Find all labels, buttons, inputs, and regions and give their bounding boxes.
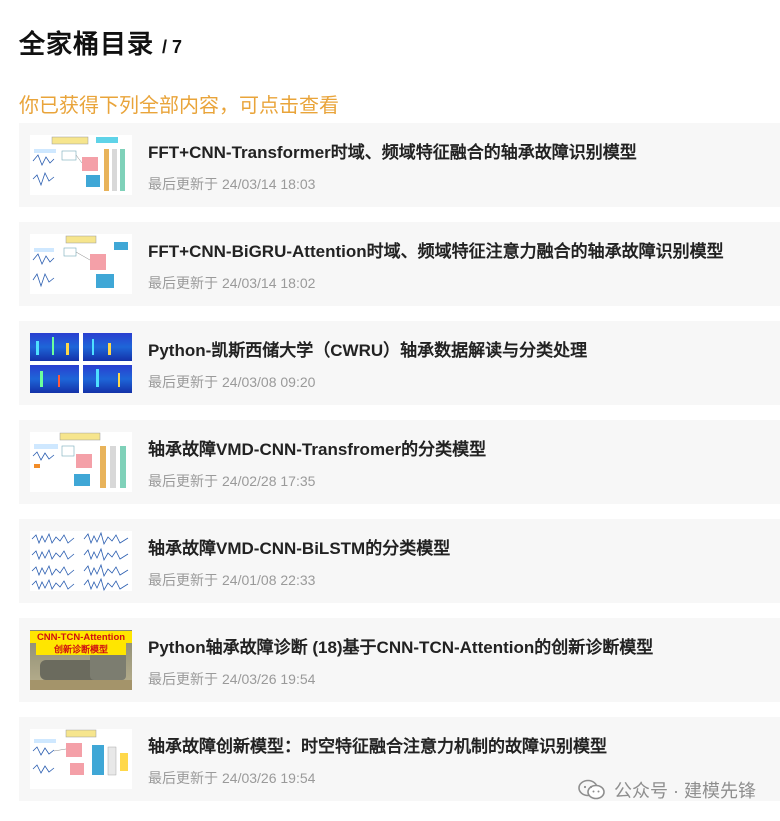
item-title[interactable]: FFT+CNN-Transformer时域、频域特征融合的轴承故障识别模型 <box>148 138 637 163</box>
item-title[interactable]: 轴承故障VMD-CNN-BiLSTM的分类模型 <box>148 534 450 559</box>
item-update-time: 最后更新于 24/03/14 18:03 <box>148 174 315 194</box>
item-title[interactable]: 轴承故障创新模型：时空特征融合注意力机制的故障识别模型 <box>148 732 607 757</box>
date-value: 24/03/14 18:03 <box>222 176 316 192</box>
access-notice: 你已获得下列全部内容，可点击查看 <box>19 95 339 117</box>
wechat-icon <box>578 779 605 800</box>
item-update-time: 最后更新于 24/03/26 19:54 <box>148 768 315 788</box>
item-title[interactable]: Python-凯斯西储大学（CWRU）轴承数据解读与分类处理 <box>148 336 587 361</box>
item-title[interactable]: 轴承故障VMD-CNN-Transfromer的分类模型 <box>148 435 486 460</box>
date-value: 24/02/28 17:35 <box>222 473 316 489</box>
item-update-time: 最后更新于 24/01/08 22:33 <box>148 570 315 590</box>
item-count: / 7 <box>162 37 183 57</box>
date-value: 24/03/14 18:02 <box>222 275 316 291</box>
watermark: 公众号 · 建模先锋 <box>578 777 756 803</box>
item-update-time: 最后更新于 24/03/26 19:54 <box>148 669 315 689</box>
catalog-item[interactable]: Python-凯斯西储大学（CWRU）轴承数据解读与分类处理 最后更新于 24/0… <box>19 321 780 405</box>
date-label: 最后更新于 <box>148 374 218 390</box>
item-thumbnail <box>30 729 132 789</box>
date-value: 24/03/26 19:54 <box>222 770 316 786</box>
catalog-item[interactable]: 轴承故障VMD-CNN-Transfromer的分类模型 最后更新于 24/02/… <box>19 420 780 504</box>
date-value: 24/03/08 09:20 <box>222 374 316 390</box>
date-label: 最后更新于 <box>148 176 218 192</box>
catalog-header: 全家桶目录 / 7 <box>19 24 182 61</box>
item-update-time: 最后更新于 24/03/14 18:02 <box>148 273 315 293</box>
item-thumbnail <box>30 234 132 294</box>
item-update-time: 最后更新于 24/03/08 09:20 <box>148 372 315 392</box>
watermark-text: 公众号 · 建模先锋 <box>614 781 756 801</box>
item-thumbnail <box>30 432 132 492</box>
item-thumbnail <box>30 333 132 393</box>
page-title: 全家桶目录 <box>19 29 155 59</box>
catalog-item[interactable]: CNN-TCN-Attention 创新诊断模型 Python轴承故障诊断 (1… <box>19 618 780 702</box>
item-update-time: 最后更新于 24/02/28 17:35 <box>148 471 315 491</box>
thumb-caption: CNN-TCN-Attention <box>37 632 125 643</box>
item-thumbnail <box>30 135 132 195</box>
catalog-list: FFT+CNN-Transformer时域、频域特征融合的轴承故障识别模型 最后… <box>19 123 780 816</box>
date-label: 最后更新于 <box>148 770 218 786</box>
item-thumbnail: CNN-TCN-Attention 创新诊断模型 <box>30 630 132 690</box>
date-label: 最后更新于 <box>148 275 218 291</box>
date-label: 最后更新于 <box>148 473 218 489</box>
thumb-caption: 创新诊断模型 <box>53 644 108 656</box>
catalog-item[interactable]: FFT+CNN-Transformer时域、频域特征融合的轴承故障识别模型 最后… <box>19 123 780 207</box>
item-title[interactable]: FFT+CNN-BiGRU-Attention时域、频域特征注意力融合的轴承故障… <box>148 237 724 262</box>
item-title[interactable]: Python轴承故障诊断 (18)基于CNN-TCN-Attention的创新诊… <box>148 633 653 658</box>
date-value: 24/01/08 22:33 <box>222 572 316 588</box>
date-label: 最后更新于 <box>148 671 218 687</box>
catalog-item[interactable]: FFT+CNN-BiGRU-Attention时域、频域特征注意力融合的轴承故障… <box>19 222 780 306</box>
date-value: 24/03/26 19:54 <box>222 671 316 687</box>
date-label: 最后更新于 <box>148 572 218 588</box>
item-thumbnail <box>30 531 132 591</box>
catalog-item[interactable]: 轴承故障VMD-CNN-BiLSTM的分类模型 最后更新于 24/01/08 22… <box>19 519 780 603</box>
